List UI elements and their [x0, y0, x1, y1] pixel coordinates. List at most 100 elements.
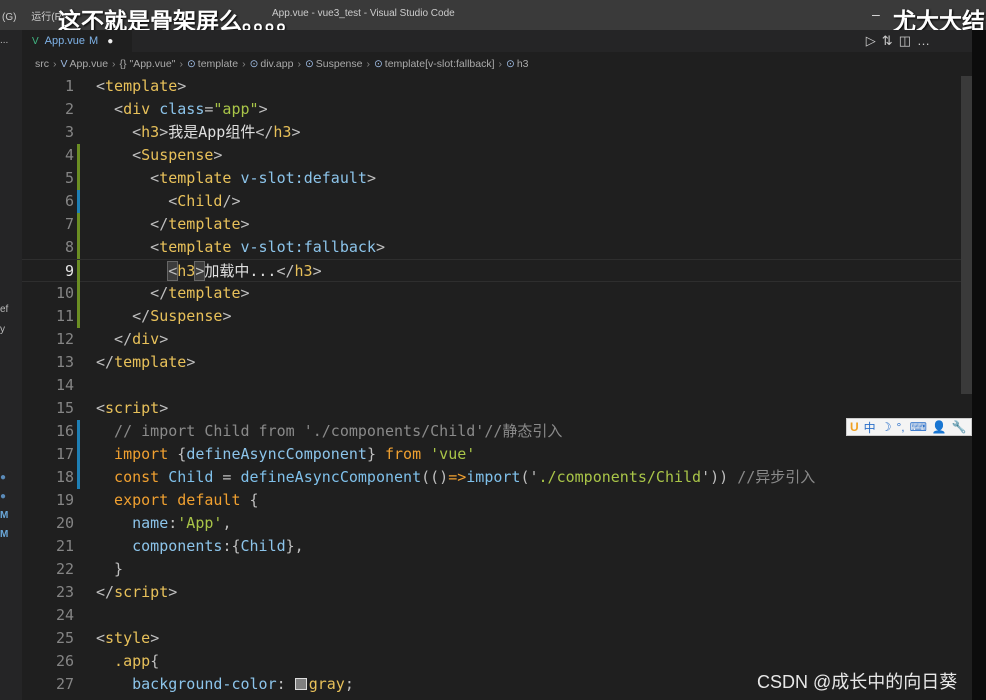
code-text: </template>	[96, 213, 250, 236]
line-number: 12	[55, 330, 74, 348]
code-token: >	[159, 123, 169, 141]
git-change-marker[interactable]	[77, 466, 80, 489]
code-line[interactable]: 20 name:'App',	[22, 512, 972, 535]
ime-chinese-mode[interactable]: 中	[864, 419, 876, 436]
line-number: 25	[55, 629, 74, 647]
vue-icon: V	[32, 35, 39, 47]
code-token: export default	[96, 491, 241, 509]
code-token: defineAsyncComponent	[186, 445, 367, 463]
code-line[interactable]: 9 <h3>加载中...</h3>	[22, 259, 972, 283]
window-edge	[972, 30, 986, 700]
breadcrumb-item[interactable]: div.app	[260, 58, 293, 70]
user-icon[interactable]: 👤	[932, 420, 947, 434]
breadcrumb-separator: ›	[242, 58, 246, 70]
breadcrumb-item[interactable]: template	[198, 58, 238, 70]
moon-icon[interactable]: ☽	[881, 420, 892, 434]
code-line[interactable]: 16 // import Child from './components/Ch…	[22, 420, 972, 443]
code-token: >	[240, 215, 250, 233]
code-line[interactable]: 14	[22, 374, 972, 397]
code-token: </	[96, 583, 115, 601]
code-line[interactable]: 4 <Suspense>	[22, 144, 972, 167]
scrollbar[interactable]	[961, 76, 972, 394]
punctuation-icon[interactable]: °,	[896, 420, 904, 434]
sidebar-item-status[interactable]: ●	[0, 472, 6, 483]
git-change-marker[interactable]	[77, 213, 80, 236]
code-line[interactable]: 7 </template>	[22, 213, 972, 236]
code-text: </div>	[96, 328, 168, 351]
code-token: }	[96, 560, 124, 578]
code-token: >	[240, 284, 250, 302]
code-token: >	[150, 629, 160, 647]
ime-logo-icon[interactable]: U	[850, 420, 859, 434]
code-line[interactable]: 10 </template>	[22, 282, 972, 305]
breadcrumb-item[interactable]: {} "App.vue"	[120, 58, 176, 70]
code-token: </	[276, 262, 295, 280]
breadcrumb-item[interactable]: template[v-slot:fallback]	[385, 58, 495, 70]
code-text: <div class="app">	[96, 98, 268, 121]
code-token: >	[222, 307, 232, 325]
breadcrumb-item[interactable]: h3	[517, 58, 529, 70]
breadcrumb-item[interactable]: Suspense	[316, 58, 363, 70]
compare-icon[interactable]: ⇅	[882, 33, 899, 48]
sidebar-item-status[interactable]: M	[0, 529, 8, 540]
breadcrumb-item[interactable]: src	[35, 58, 49, 70]
wrench-icon[interactable]: 🔧	[952, 420, 967, 434]
code-line[interactable]: 21 components:{Child},	[22, 535, 972, 558]
line-number: 11	[55, 307, 74, 325]
git-change-marker[interactable]	[77, 260, 80, 283]
more-icon[interactable]: …	[917, 33, 936, 48]
git-change-marker[interactable]	[77, 443, 80, 466]
breadcrumb-separator: ›	[112, 58, 116, 70]
code-token: >	[312, 262, 322, 280]
code-token: 'App'	[177, 514, 223, 532]
sidebar-item-status[interactable]: ●	[0, 491, 6, 502]
code-token: :{	[222, 537, 241, 555]
sidebar-item-status[interactable]: M	[0, 510, 8, 521]
code-line[interactable]: 13 </template>	[22, 351, 972, 374]
code-line[interactable]: 25 <style>	[22, 627, 972, 650]
keyboard-icon[interactable]: ⌨	[910, 420, 927, 434]
git-change-marker[interactable]	[77, 236, 80, 259]
code-line[interactable]: 11 </Suspense>	[22, 305, 972, 328]
code-line[interactable]: 18 const Child = defineAsyncComponent(()…	[22, 466, 972, 489]
code-line[interactable]: 17 import {defineAsyncComponent} from 'v…	[22, 443, 972, 466]
code-line[interactable]: 5 <template v-slot:default>	[22, 167, 972, 190]
code-line[interactable]: 15 <script>	[22, 397, 972, 420]
code-text: background-color: gray;	[96, 673, 354, 696]
code-text: <script>	[96, 397, 168, 420]
menu-item[interactable]: (G)	[2, 12, 16, 23]
color-swatch[interactable]	[294, 678, 307, 690]
code-line[interactable]: 22 }	[22, 558, 972, 581]
code-line[interactable]: 24	[22, 604, 972, 627]
git-change-marker[interactable]	[77, 167, 80, 190]
watermark: CSDN @成长中的向日葵	[757, 672, 958, 692]
git-change-marker[interactable]	[77, 190, 80, 213]
code-line[interactable]: 19 export default {	[22, 489, 972, 512]
code-line[interactable]: 12 </div>	[22, 328, 972, 351]
sidebar-item[interactable]: ef	[0, 304, 8, 315]
breadcrumb-item[interactable]: App.vue	[70, 58, 109, 70]
code-line[interactable]: 1 <template>	[22, 76, 972, 98]
code-token: ('	[520, 468, 539, 486]
code-token: </	[96, 330, 133, 348]
sidebar-more[interactable]: ...	[0, 35, 8, 46]
git-change-marker[interactable]	[77, 144, 80, 167]
code-line[interactable]: 2 <div class="app">	[22, 98, 972, 121]
minimize-button[interactable]: –	[872, 6, 880, 22]
code-editor[interactable]: 1 <template> 2 <div class="app"> 3 <h3>我是Ap…	[22, 76, 972, 700]
sidebar-item[interactable]: y	[0, 324, 5, 335]
code-token: h3	[177, 262, 196, 280]
code-line[interactable]: 8 <template v-slot:fallback>	[22, 236, 972, 259]
git-change-marker[interactable]	[77, 420, 80, 443]
code-line[interactable]: 23 </script>	[22, 581, 972, 604]
line-number: 13	[55, 353, 74, 371]
run-icon[interactable]: ▷	[866, 33, 882, 48]
git-change-marker[interactable]	[77, 282, 80, 305]
tab-app-vue[interactable]: V App.vue M ●	[22, 30, 132, 52]
code-line[interactable]: 3 <h3>我是App组件</h3>	[22, 121, 972, 144]
git-change-marker[interactable]	[77, 305, 80, 328]
split-editor-icon[interactable]: ◫	[899, 33, 917, 48]
unsaved-dot-icon[interactable]: ●	[107, 36, 113, 47]
explorer-sidebar: ... ef y ● ● M M	[0, 30, 22, 700]
code-line[interactable]: 6 <Child/>	[22, 190, 972, 213]
